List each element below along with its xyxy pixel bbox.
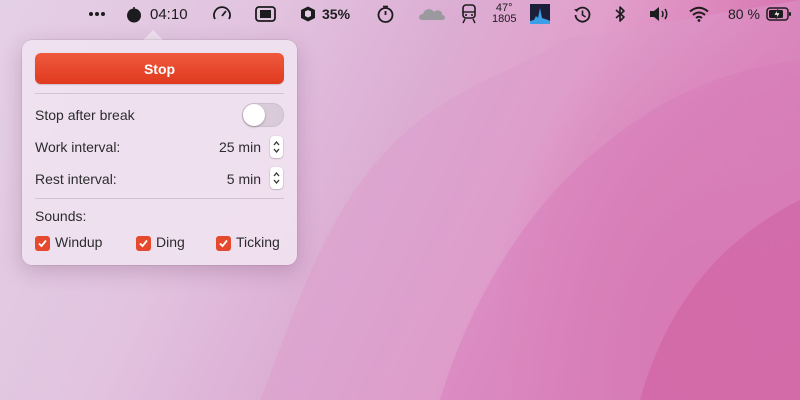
stop-after-break-toggle[interactable] xyxy=(242,103,284,127)
rest-interval-stepper[interactable] xyxy=(270,167,283,189)
time-machine-icon[interactable] xyxy=(573,0,592,28)
ding-checkbox[interactable] xyxy=(136,236,151,251)
weather-widget[interactable]: 47° 1805 xyxy=(492,0,516,28)
battery-stat-text: 35% xyxy=(322,6,351,22)
volume-icon[interactable] xyxy=(649,0,671,28)
battery-stat-menu[interactable]: 35% xyxy=(299,0,350,28)
checkmark-icon xyxy=(38,239,47,248)
stop-after-break-label: Stop after break xyxy=(35,107,135,123)
memory-icon[interactable] xyxy=(255,0,276,28)
train-icon[interactable] xyxy=(461,0,477,28)
stepper-arrows-icon xyxy=(273,140,280,154)
work-interval-value[interactable]: 25 min xyxy=(192,139,261,155)
wifi-icon[interactable] xyxy=(689,0,709,28)
bluetooth-icon[interactable] xyxy=(614,0,626,28)
checkmark-icon xyxy=(139,239,148,248)
menu-bar: 04:10 35% 47° 1805 80 % xyxy=(0,0,800,28)
windup-label[interactable]: Windup xyxy=(55,234,102,250)
battery-menu[interactable]: 80 % xyxy=(728,0,792,28)
stop-button[interactable]: Stop xyxy=(35,53,284,84)
divider xyxy=(35,93,284,94)
rest-interval-label: Rest interval: xyxy=(35,171,117,187)
work-interval-label: Work interval: xyxy=(35,139,121,155)
more-icon[interactable] xyxy=(88,0,106,28)
battery-percent: 80 % xyxy=(728,6,760,22)
weather-time: 1805 xyxy=(492,13,517,25)
work-interval-stepper[interactable] xyxy=(270,136,283,158)
popover-arrow xyxy=(143,30,163,40)
activity-graph-icon[interactable] xyxy=(530,0,550,28)
timer-icon[interactable] xyxy=(376,0,395,28)
tomato-icon xyxy=(124,5,144,23)
ticking-label[interactable]: Ticking xyxy=(236,234,280,250)
timer-popover: Stop Stop after break Work interval: 25 … xyxy=(22,40,297,265)
toggle-knob xyxy=(243,104,265,126)
tomato-timer-menu[interactable]: 04:10 xyxy=(124,0,188,28)
cloud-icon[interactable] xyxy=(418,0,446,28)
sounds-label: Sounds: xyxy=(35,208,87,224)
timer-text: 04:10 xyxy=(150,5,188,23)
windup-checkbox[interactable] xyxy=(35,236,50,251)
battery-charging-icon xyxy=(766,7,792,21)
rest-interval-value[interactable]: 5 min xyxy=(192,171,261,187)
speedometer-icon[interactable] xyxy=(212,0,232,28)
checkmark-icon xyxy=(219,239,228,248)
ticking-checkbox[interactable] xyxy=(216,236,231,251)
package-icon xyxy=(299,5,317,23)
divider xyxy=(35,198,284,199)
ding-label[interactable]: Ding xyxy=(156,234,185,250)
stepper-arrows-icon xyxy=(273,171,280,185)
